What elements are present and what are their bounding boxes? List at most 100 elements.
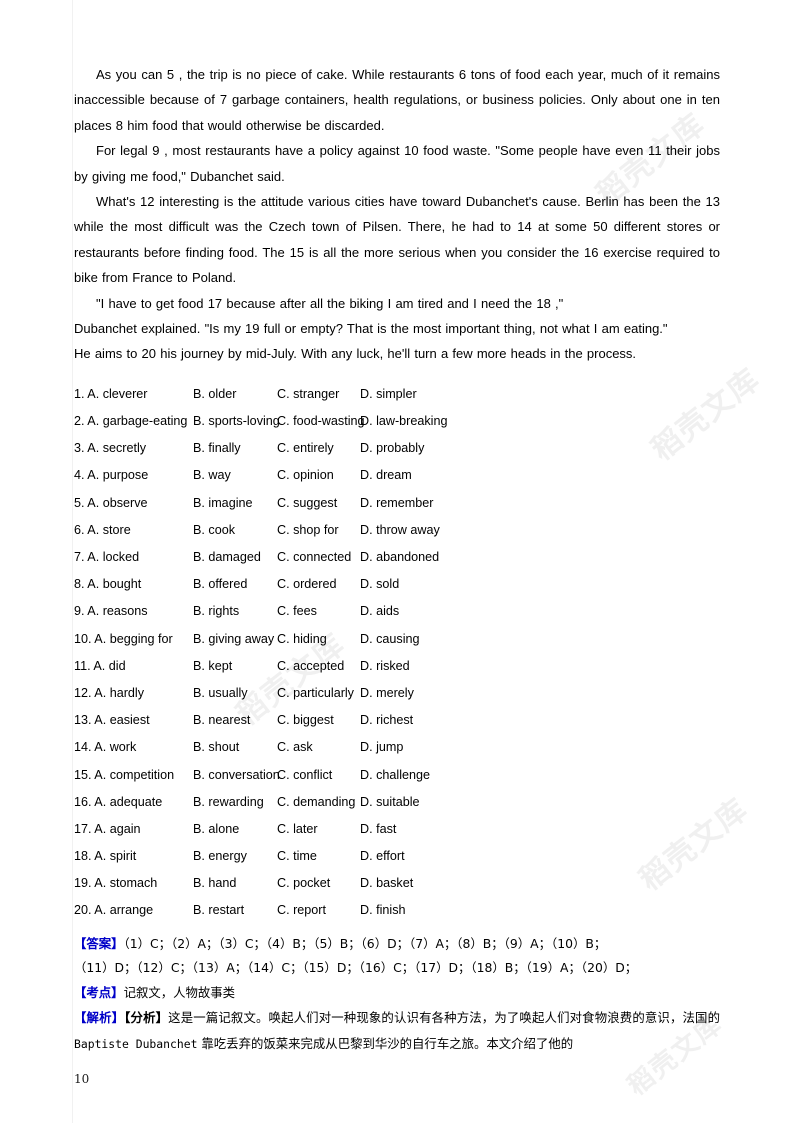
option-d[interactable]: D. remember [360,490,433,517]
option-c[interactable]: C. pocket [277,870,330,897]
option-c[interactable]: C. food-wasting [277,408,365,435]
option-b[interactable]: B. older [193,381,236,408]
option-a[interactable]: 16. A. adequate [74,789,162,816]
option-c[interactable]: C. demanding [277,789,355,816]
option-b[interactable]: B. kept [193,653,232,680]
option-d[interactable]: D. aids [360,598,399,625]
option-a[interactable]: 18. A. spirit [74,843,136,870]
answer-line-1: 【答案】（1）C；（2）A；（3）C；（4）B；（5）B；（6）D；（7）A；（… [74,932,720,957]
option-a[interactable]: 5. A. observe [74,490,148,517]
option-b[interactable]: B. way [193,462,231,489]
option-b[interactable]: B. cook [193,517,235,544]
option-b[interactable]: B. conversation [193,762,280,789]
option-b[interactable]: B. restart [193,897,244,924]
page-gutter-rule [72,0,73,1123]
option-d[interactable]: D. suitable [360,789,420,816]
option-c[interactable]: C. time [277,843,317,870]
option-c[interactable]: C. stranger [277,381,339,408]
option-c[interactable]: C. opinion [277,462,334,489]
option-a[interactable]: 17. A. again [74,816,141,843]
option-c[interactable]: C. connected [277,544,351,571]
answer-values-row-2: （11）D；（12）C；（13）A；（14）C；（15）D；（16）C；（17）… [74,960,638,976]
option-a[interactable]: 10. A. begging for [74,626,173,653]
option-d[interactable]: D. law-breaking [360,408,448,435]
option-a[interactable]: 13. A. easiest [74,707,150,734]
analysis-person-name: Baptiste Dubanchet [74,1036,198,1051]
passage-paragraph: As you can 5 , the trip is no piece of c… [74,67,720,133]
option-a[interactable]: 14. A. work [74,734,136,761]
option-b[interactable]: B. damaged [193,544,261,571]
option-c[interactable]: C. ask [277,734,313,761]
analysis-sub-label: 【分析】 [124,1010,169,1026]
option-d[interactable]: D. probably [360,435,424,462]
page-number: 10 [74,1072,90,1086]
page-content: As you can 5 , the trip is no piece of c… [74,62,720,1057]
option-a[interactable]: 4. A. purpose [74,462,148,489]
option-d[interactable]: D. finish [360,897,406,924]
option-c[interactable]: C. later [277,816,318,843]
option-a[interactable]: 2. A. garbage-eating [74,408,187,435]
option-c[interactable]: C. suggest [277,490,337,517]
option-b[interactable]: B. nearest [193,707,250,734]
question-option-row: 9. A. reasons B. rights C. fees D. aids [74,598,720,625]
option-a[interactable]: 9. A. reasons [74,598,148,625]
option-d[interactable]: D. effort [360,843,405,870]
option-d[interactable]: D. dream [360,462,412,489]
option-a[interactable]: 11. A. did [74,653,126,680]
option-c[interactable]: C. biggest [277,707,334,734]
reading-passage: As you can 5 , the trip is no piece of c… [74,62,720,367]
option-a[interactable]: 6. A. store [74,517,131,544]
option-a[interactable]: 12. A. hardly [74,680,144,707]
option-b[interactable]: B. energy [193,843,247,870]
option-c[interactable]: C. fees [277,598,317,625]
option-a[interactable]: 20. A. arrange [74,897,153,924]
passage-paragraph: What's 12 interesting is the attitude va… [74,194,720,286]
option-d[interactable]: D. risked [360,653,410,680]
option-c[interactable]: C. entirely [277,435,334,462]
option-a[interactable]: 3. A. secretly [74,435,146,462]
question-option-row: 16. A. adequate B. rewarding C. demanding D… [74,789,720,816]
question-option-row: 20. A. arrange B. restart C. report D. fini… [74,897,720,924]
option-c[interactable]: C. report [277,897,326,924]
analysis-text-part2: 靠吃丢弃的饭菜来完成从巴黎到华沙的自行车之旅。本文介绍了他的 [197,1035,574,1051]
option-b[interactable]: B. giving away [193,626,274,653]
question-option-row: 2. A. garbage-eating B. sports-loving C. f… [74,408,720,435]
option-b[interactable]: B. usually [193,680,248,707]
question-option-row: 10. A. begging for B. giving away C. hidin… [74,626,720,653]
option-b[interactable]: B. finally [193,435,241,462]
option-d[interactable]: D. fast [360,816,396,843]
option-b[interactable]: B. shout [193,734,239,761]
analysis-line: 【解析】【分析】这是一篇记叙文。唤起人们对一种现象的认识有各种方法，为了唤起人们… [74,1005,720,1057]
option-c[interactable]: C. conflict [277,762,332,789]
option-c[interactable]: C. shop for [277,517,339,544]
option-a[interactable]: 7. A. locked [74,544,139,571]
option-a[interactable]: 15. A. competition [74,762,174,789]
option-d[interactable]: D. abandoned [360,544,439,571]
option-d[interactable]: D. jump [360,734,403,761]
option-d[interactable]: D. merely [360,680,414,707]
option-b[interactable]: B. rewarding [193,789,264,816]
option-b[interactable]: B. rights [193,598,239,625]
option-b[interactable]: B. sports-loving [193,408,280,435]
option-b[interactable]: B. offered [193,571,247,598]
option-d[interactable]: D. sold [360,571,399,598]
option-a[interactable]: 8. A. bought [74,571,141,598]
option-c[interactable]: C. particularly [277,680,354,707]
option-c[interactable]: C. accepted [277,653,344,680]
option-d[interactable]: D. throw away [360,517,440,544]
option-d[interactable]: D. richest [360,707,413,734]
option-a[interactable]: 19. A. stomach [74,870,157,897]
option-d[interactable]: D. causing [360,626,420,653]
option-b[interactable]: B. hand [193,870,236,897]
option-c[interactable]: C. ordered [277,571,337,598]
question-option-row: 4. A. purpose B. way C. opinion D. dream [74,462,720,489]
option-b[interactable]: B. imagine [193,490,253,517]
option-b[interactable]: B. alone [193,816,239,843]
option-a[interactable]: 1. A. cleverer [74,381,148,408]
option-d[interactable]: D. challenge [360,762,430,789]
keypoint-text: 记叙文，人物故事类 [123,984,236,1000]
option-d[interactable]: D. simpler [360,381,417,408]
question-option-row: 1. A. cleverer B. older C. stranger D. simp… [74,381,720,408]
option-c[interactable]: C. hiding [277,626,327,653]
option-d[interactable]: D. basket [360,870,413,897]
